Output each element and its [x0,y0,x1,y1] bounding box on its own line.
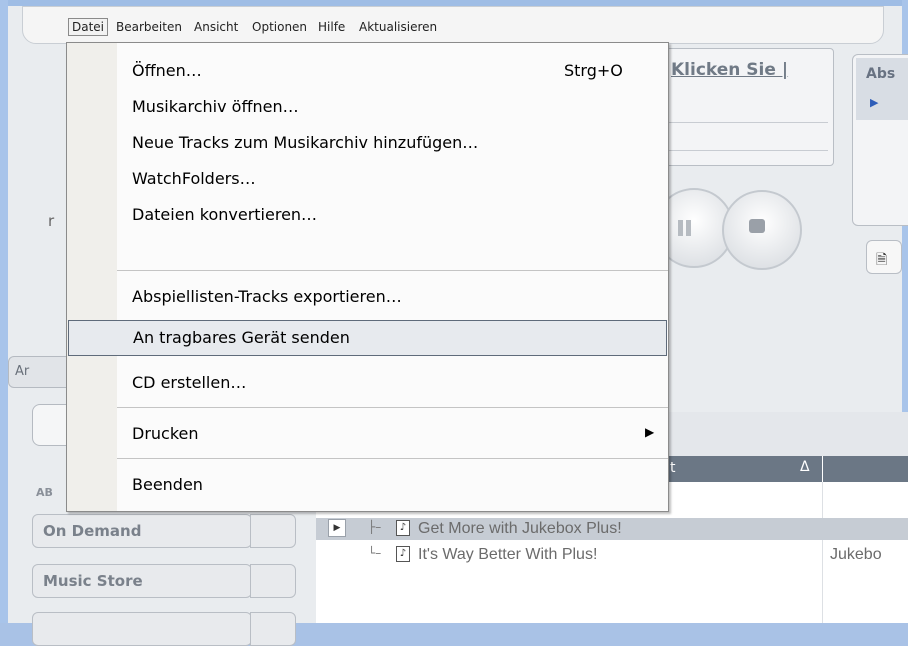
music-note-icon: ♪ [396,546,410,562]
menu-datei[interactable]: Datei [68,18,109,36]
menu-item-label: Drucken [132,424,199,443]
menu-item-cd-erstellen[interactable]: CD erstellen… [67,365,668,401]
menu-item-beenden[interactable]: Beenden [67,467,668,503]
menu-item-dateien-konvertieren[interactable]: Dateien konvertieren… [67,197,668,233]
menu-item-an-tragbares-geraet[interactable]: An tragbares Gerät senden [68,320,667,356]
nav-on-demand-button[interactable]: On Demand [32,514,252,548]
play-row-icon[interactable]: ▶ [328,519,346,537]
nav-third-button[interactable] [32,612,252,646]
menu-item-watchfolders[interactable]: WatchFolders… [67,161,668,197]
stop-icon [749,219,765,233]
datei-dropdown-menu: Öffnen… Strg+O Musikarchiv öffnen… Neue … [66,42,669,512]
nav-label: Music Store [43,572,143,590]
column-divider [822,482,823,623]
menu-item-label: WatchFolders… [132,169,256,188]
menu-bearbeiten[interactable]: Bearbeiten [113,19,185,35]
document-icon: 🗎 [876,252,888,268]
menu-item-label: Beenden [132,475,203,494]
now-playing-link[interactable]: Klicken Sie | [671,60,788,80]
abs-panel-label: Abs [866,66,896,82]
column-header[interactable] [823,456,908,482]
menu-ansicht[interactable]: Ansicht [191,19,241,35]
menu-aktualisieren[interactable]: Aktualisieren [356,19,440,35]
menu-item-drucken[interactable]: Drucken ▶ [67,416,668,452]
menu-separator [117,458,668,459]
nav-third-side[interactable] [250,612,296,646]
menu-optionen[interactable]: Optionen [249,19,310,35]
tree-line: └– [368,546,382,560]
music-note-icon: ♪ [396,520,410,536]
menu-item-label: Neue Tracks zum Musikarchiv hinzufügen… [132,133,479,152]
menu-bar: Datei Bearbeiten Ansicht Optionen Hilfe … [22,6,884,44]
menu-item-abspiellisten-exportieren[interactable]: Abspiellisten-Tracks exportieren… [67,279,668,315]
menu-item-label: Öffnen… [132,61,202,80]
nav-music-store-button[interactable]: Music Store [32,564,252,598]
nav-label: On Demand [43,522,142,540]
menu-separator [117,270,668,271]
menu-item-label: Abspiellisten-Tracks exportieren… [132,287,402,306]
sort-icon: Δ [800,459,810,475]
menu-separator [117,407,668,408]
track-title[interactable]: It's Way Better With Plus! [418,546,597,564]
menu-item-label: An tragbares Gerät senden [133,328,350,347]
menu-hilfe[interactable]: Hilfe [315,19,348,35]
divider [668,150,828,151]
track-artist: Jukebo [830,546,882,563]
window-left-frame [0,0,8,623]
track-title[interactable]: Get More with Jukebox Plus! [418,520,622,538]
menu-item-oeffnen[interactable]: Öffnen… Strg+O [67,53,668,89]
nav-music-store-side[interactable] [250,564,296,598]
partial-glyph-icon: r [48,212,55,230]
menu-item-label: Musikarchiv öffnen… [132,97,299,116]
tree-line: ├– [368,520,382,534]
menu-item-shortcut: Strg+O [564,61,623,80]
tab-partial-label: Ar [15,364,30,379]
menu-item-label: Dateien konvertieren… [132,205,318,224]
submenu-arrow-icon: ▶ [645,425,655,439]
column-header-label: t [670,460,676,476]
divider [668,122,828,123]
menu-item-neue-tracks[interactable]: Neue Tracks zum Musikarchiv hinzufügen… [67,125,668,161]
expand-arrow-icon[interactable]: ▶ [870,96,878,109]
menu-item-label: CD erstellen… [132,373,247,392]
nav-on-demand-side[interactable] [250,514,296,548]
pause-icon [678,220,683,236]
pause-icon [686,220,691,236]
section-label: AB [36,486,53,499]
menu-item-musikarchiv-oeffnen[interactable]: Musikarchiv öffnen… [67,89,668,125]
